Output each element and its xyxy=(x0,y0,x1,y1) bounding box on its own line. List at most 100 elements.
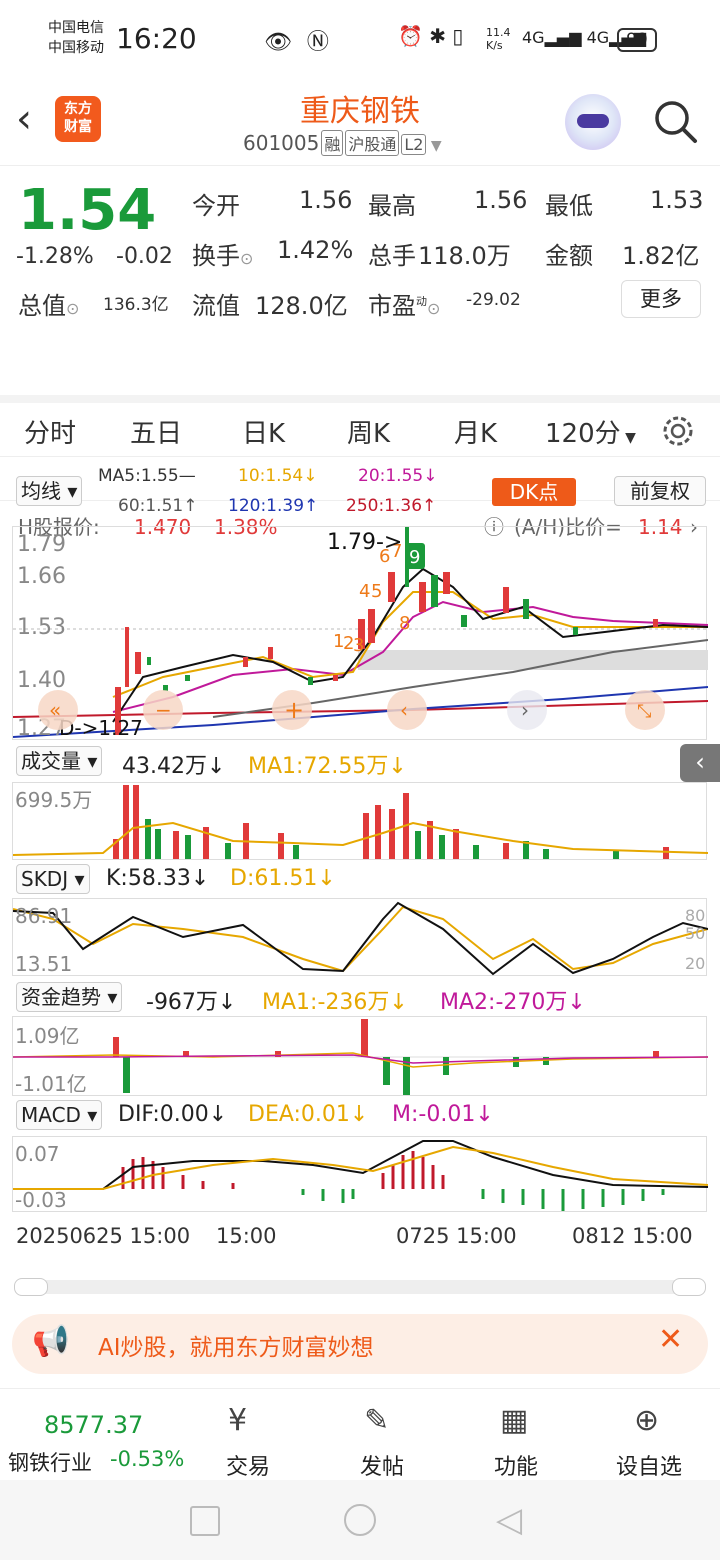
svg-text:+: + xyxy=(284,696,304,724)
x-label-2: 15:00 xyxy=(216,1224,277,1248)
banner-text: AI炒股，就用东方财富妙想 xyxy=(98,1335,374,1361)
net-speed: 11.4 K/s xyxy=(486,26,511,52)
volume-value: 43.42万↓ xyxy=(122,754,226,779)
stock-header: ‹ 东方 财富 重庆钢铁 601005 融沪股通 L2 ▼ xyxy=(0,80,720,166)
y-label-4: 1.40 xyxy=(17,668,66,693)
mcap-label: 总值 xyxy=(18,292,66,320)
macd-select[interactable]: MACD ▾ xyxy=(16,1100,103,1130)
alarm-bluetooth-vibrate-icons: ⏰ ✱ ▯ xyxy=(398,24,464,48)
last-price: 1.54 xyxy=(18,178,157,243)
pe-label: 市盈 xyxy=(368,292,416,320)
macd-dea: DEA:0.01↓ xyxy=(248,1102,369,1127)
tab-intraday[interactable]: 分时 xyxy=(24,413,76,450)
skdj-r80: 80 xyxy=(685,906,705,925)
y-label-2: 1.66 xyxy=(17,564,66,589)
clock: 16:20 xyxy=(116,22,197,55)
function-icon[interactable]: ▦ xyxy=(500,1403,528,1438)
favorite-icon[interactable]: ⊕ xyxy=(634,1403,659,1438)
period-tabs: 分时 五日 日K 周K 月K 120分 ▼ xyxy=(0,395,720,457)
change-value: -0.02 xyxy=(116,244,173,269)
pe-value: -29.02 xyxy=(466,290,521,310)
search-icon[interactable] xyxy=(652,98,698,144)
trade-icon[interactable]: ¥ xyxy=(228,1403,247,1438)
ma250-label: 250:1.36↑ xyxy=(346,496,437,516)
macd-y-max: 0.07 xyxy=(15,1142,60,1166)
low-value: 1.53 xyxy=(650,186,704,214)
tab-weekly[interactable]: 周K xyxy=(347,413,390,450)
skdj-y-min: 13.51 xyxy=(15,952,72,976)
info-icon[interactable]: ⊙ xyxy=(427,299,440,318)
scroll-handle-left[interactable] xyxy=(14,1278,48,1296)
x-label-3: 0725 15:00 xyxy=(396,1224,517,1248)
high-note: 1.79-> xyxy=(327,530,402,555)
svg-text:−: − xyxy=(155,698,172,722)
tag-l2: L2 xyxy=(401,134,427,155)
fq-button[interactable]: 前复权 xyxy=(614,476,706,506)
skdj-r20: 20 xyxy=(685,954,705,973)
stock-code: 601005 xyxy=(243,131,320,155)
mcap-value: 136.3亿 xyxy=(103,295,169,315)
industry-pct: -0.53% xyxy=(110,1447,185,1471)
mark-9: 9 xyxy=(409,547,420,568)
tab-monthly[interactable]: 月K xyxy=(454,413,497,450)
volume-select[interactable]: 成交量 ▾ xyxy=(16,746,103,776)
carrier-1: 中国电信 xyxy=(48,20,104,36)
carrier-2: 中国移动 xyxy=(48,40,104,56)
skdj-y-max: 86.91 xyxy=(15,904,72,928)
more-button[interactable]: 更多 xyxy=(621,280,701,318)
function-button[interactable]: 功能 xyxy=(494,1449,538,1481)
tag-margin: 融 xyxy=(321,130,344,156)
battery-icon: 99 xyxy=(617,28,657,52)
recent-apps-icon[interactable] xyxy=(190,1506,220,1536)
x-label-4: 0812 15:00 xyxy=(572,1224,693,1248)
ma120-label: 120:1.39↑ xyxy=(228,496,319,516)
info-icon[interactable]: ⊙ xyxy=(66,299,79,318)
tab-120min[interactable]: 120分 ▼ xyxy=(545,413,636,450)
skdj-chart: 86.91 13.51 80 50 20 xyxy=(12,898,709,976)
x-label-1: 20250625 15:00 xyxy=(16,1224,191,1248)
industry-index[interactable]: 8577.37 xyxy=(44,1411,143,1439)
trade-button[interactable]: 交易 xyxy=(226,1449,270,1481)
close-icon[interactable]: ✕ xyxy=(658,1322,683,1357)
post-button[interactable]: 发帖 xyxy=(360,1449,404,1481)
scroll-handle-right[interactable] xyxy=(672,1278,706,1296)
tab-5day[interactable]: 五日 xyxy=(130,413,182,450)
fund-select[interactable]: 资金趋势 ▾ xyxy=(16,982,123,1012)
post-icon[interactable]: ✎ xyxy=(364,1403,389,1438)
add-favorite-button[interactable]: 设自选 xyxy=(616,1449,682,1481)
volume-ma1: MA1:72.55万↓ xyxy=(248,754,407,779)
fund-y-max: 1.09亿 xyxy=(15,1024,80,1048)
kline-chart[interactable]: 9 6 7 4 5 8 1 2 3 1.79 1.66 1.53 1.40 1.… xyxy=(12,526,709,741)
chart-scrollbar[interactable] xyxy=(14,1278,706,1296)
svg-text:«: « xyxy=(49,698,61,722)
open-label: 今开 xyxy=(192,192,240,220)
volume-label: 总手 xyxy=(368,242,416,270)
tag-connect: 沪股通 xyxy=(345,130,400,156)
gear-icon[interactable] xyxy=(660,413,696,449)
skdj-select[interactable]: SKDJ ▾ xyxy=(16,864,90,894)
y-label-1: 1.79 xyxy=(17,532,66,557)
ai-robot-icon[interactable] xyxy=(565,94,621,150)
fund-chart: 1.09亿 -1.01亿 xyxy=(12,1016,709,1096)
float-value: 128.0亿 xyxy=(255,292,348,320)
dk-button[interactable]: DK点 xyxy=(492,478,576,506)
indicator-select[interactable]: 均线 ▾ xyxy=(16,476,83,506)
amount-label: 金额 xyxy=(545,242,593,270)
svg-text:›: › xyxy=(521,698,529,722)
back-nav-icon[interactable]: ◁ xyxy=(496,1500,522,1540)
collapse-panel-button[interactable]: ‹ xyxy=(680,744,720,782)
skdj-d: D:61.51↓ xyxy=(230,866,336,891)
change-pct: -1.28% xyxy=(16,244,94,269)
info-icon[interactable]: ⊙ xyxy=(240,249,253,268)
svg-text:⤡: ⤡ xyxy=(637,701,651,722)
svg-text:‹: ‹ xyxy=(400,698,408,722)
ai-banner[interactable]: 📢 AI炒股，就用东方财富妙想 ✕ xyxy=(12,1314,708,1374)
tab-daily[interactable]: 日K xyxy=(242,413,285,450)
volume-value: 118.0万 xyxy=(418,242,511,270)
chevron-down-icon[interactable]: ▼ xyxy=(426,138,442,154)
macd-y-min: -0.03 xyxy=(15,1188,67,1212)
y-label-3: 1.53 xyxy=(17,615,66,640)
kline-svg: 9 6 7 4 5 8 1 2 3 1.79 1.66 1.53 1.40 1.… xyxy=(12,527,709,741)
industry-name[interactable]: 钢铁行业 xyxy=(8,1447,92,1477)
home-icon[interactable] xyxy=(344,1504,376,1536)
